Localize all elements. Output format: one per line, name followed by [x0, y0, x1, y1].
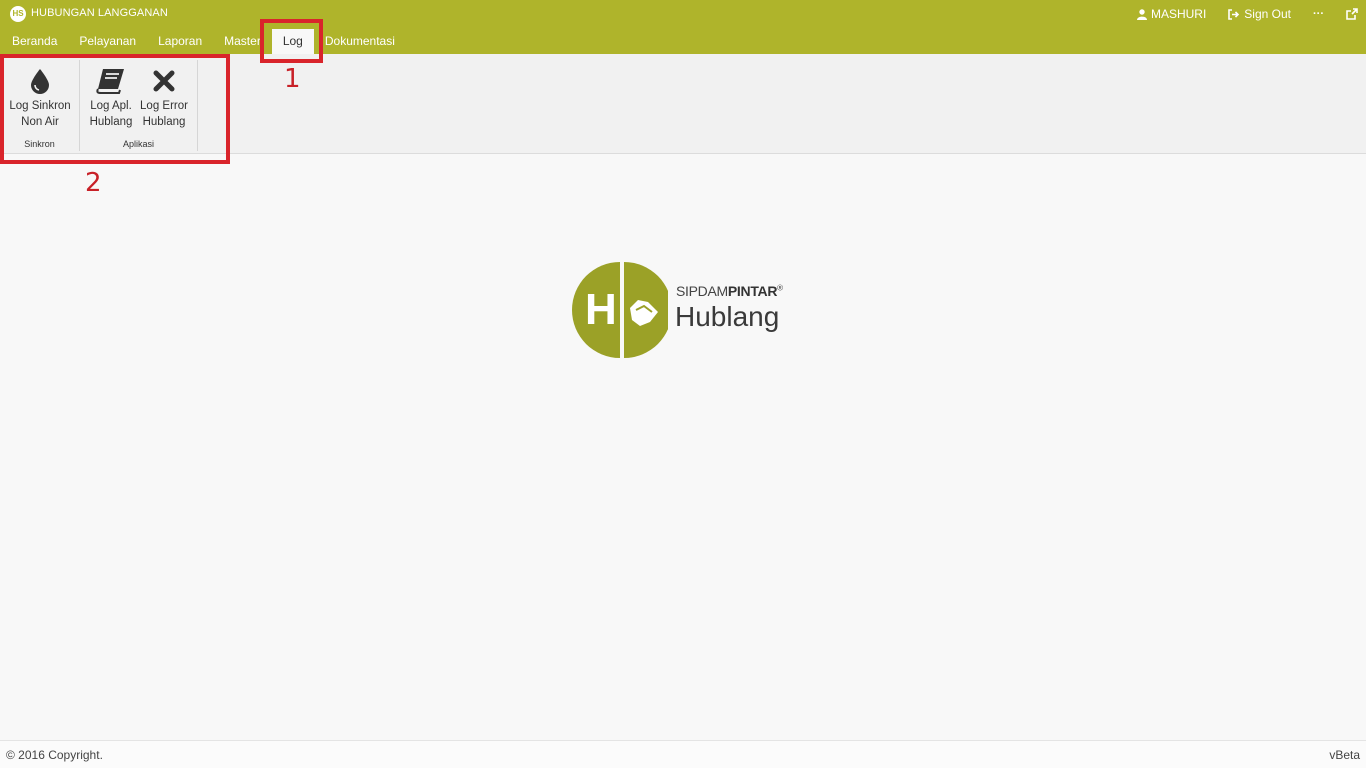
signout-button[interactable]: Sign Out — [1228, 7, 1291, 21]
app-logo-icon: HS — [10, 6, 26, 22]
external-link-button[interactable] — [1346, 8, 1358, 20]
version-text: vBeta — [1329, 748, 1360, 762]
signout-icon — [1228, 8, 1240, 20]
app-title: HUBUNGAN LANGGANAN — [31, 7, 168, 19]
highlight-box-ribbon — [0, 54, 230, 164]
username-label: MASHURI — [1150, 7, 1207, 21]
ellipsis-icon: ··· — [1313, 8, 1324, 20]
tab-beranda[interactable]: Beranda — [0, 31, 68, 54]
brand-logo: H SIPDAMPINTAR® Hublang — [572, 262, 802, 360]
annotation-number-2: 2 — [85, 168, 102, 198]
user-icon — [1136, 8, 1147, 20]
external-link-icon — [1346, 8, 1358, 20]
tab-laporan[interactable]: Laporan — [147, 31, 213, 54]
tab-dokumentasi[interactable]: Dokumentasi — [314, 31, 406, 54]
brand-name-line2: Hublang — [675, 301, 780, 332]
top-bar: HS HUBUNGAN LANGGANAN MASHURI Sign Out ·… — [0, 0, 1366, 54]
brand-name-line1: SIPDAMPINTAR® — [676, 283, 783, 299]
highlight-box-log-tab — [260, 19, 323, 63]
signout-label: Sign Out — [1244, 7, 1291, 21]
tab-pelayanan[interactable]: Pelayanan — [68, 31, 147, 54]
annotation-number-1: 1 — [284, 64, 301, 94]
user-account-button[interactable]: MASHURI — [1136, 7, 1207, 21]
footer: © 2016 Copyright. vBeta — [0, 740, 1366, 768]
main-tabs: Beranda Pelayanan Laporan Master Log Dok… — [0, 29, 406, 54]
user-menu: MASHURI Sign Out ··· — [1136, 5, 1366, 23]
copyright-text: © 2016 Copyright. — [6, 748, 103, 762]
brand-circle-letter: H — [585, 285, 617, 334]
more-options-button[interactable]: ··· — [1313, 8, 1324, 20]
